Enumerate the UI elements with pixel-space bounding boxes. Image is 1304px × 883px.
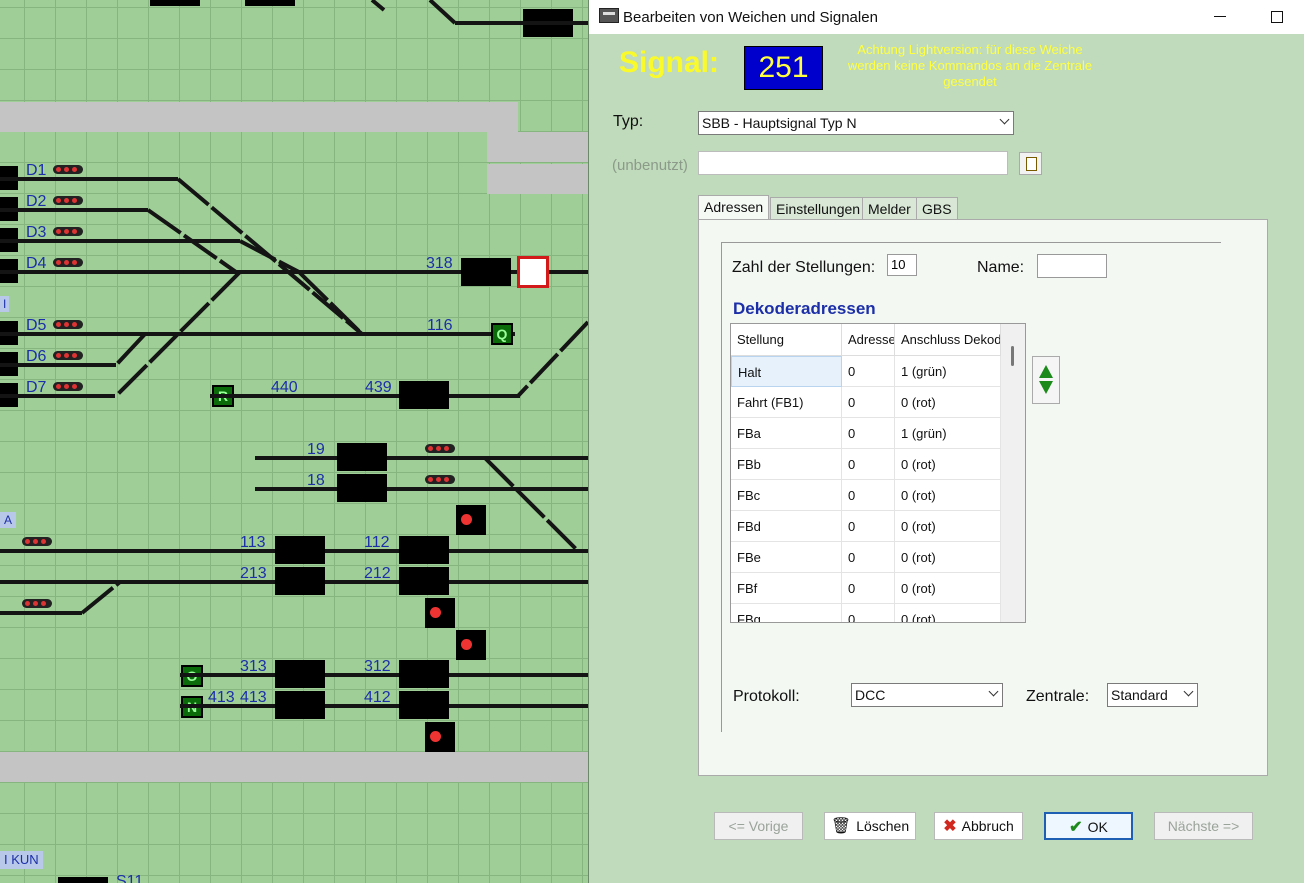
cell-anschluss[interactable]: 0 (rot) bbox=[895, 542, 1001, 573]
ok-label: OK bbox=[1087, 819, 1108, 835]
cell-anschluss[interactable]: 0 (rot) bbox=[895, 511, 1001, 542]
track-plan[interactable]: D1 D2 D3 D4 318 D5 116 Q D6 D7 R 440 439… bbox=[0, 0, 588, 883]
block[interactable] bbox=[58, 877, 108, 883]
unused-input[interactable] bbox=[698, 151, 1008, 175]
unused-label: (unbenutzt) bbox=[612, 157, 688, 174]
cell-anschluss[interactable]: 0 (rot) bbox=[895, 573, 1001, 604]
decoder-table[interactable]: Stellung Adresse Anschluss Dekoder Halt … bbox=[730, 323, 1026, 623]
cell-anschluss[interactable]: 0 (rot) bbox=[895, 387, 1001, 418]
move-row-button[interactable] bbox=[1032, 356, 1060, 404]
delete-button[interactable]: 🗑 Löschen bbox=[824, 812, 916, 840]
arrow-up-icon bbox=[1039, 365, 1053, 378]
column-header-adresse[interactable]: Adresse bbox=[842, 324, 895, 356]
table-row[interactable]: Fahrt (FB1) 0 0 (rot) bbox=[731, 387, 1001, 418]
cell-stellung[interactable]: FBd bbox=[731, 511, 842, 542]
cancel-label: Abbruch bbox=[961, 818, 1014, 834]
previous-button[interactable]: <= Vorige bbox=[714, 812, 803, 840]
diagonal-tracks bbox=[80, 0, 588, 615]
next-button[interactable]: Nächste => bbox=[1154, 812, 1253, 840]
table-row[interactable]: Halt 0 1 (grün) bbox=[731, 356, 1001, 387]
typ-select[interactable]: SBB - Hauptsignal Typ N bbox=[698, 111, 1014, 135]
tab-einstellungen[interactable]: Einstellungen bbox=[770, 197, 867, 220]
signal-label: Signal: bbox=[619, 46, 720, 79]
window-title: Bearbeiten von Weichen und Signalen bbox=[623, 9, 878, 26]
cell-stellung[interactable]: Fahrt (FB1) bbox=[731, 387, 842, 418]
cell-stellung[interactable]: FBe bbox=[731, 542, 842, 573]
protokoll-value: DCC bbox=[855, 687, 886, 703]
positions-label: Zahl der Stellungen: bbox=[732, 259, 876, 276]
cell-stellung[interactable]: FBf bbox=[731, 573, 842, 604]
chevron-down-icon bbox=[999, 114, 1010, 125]
zentrale-select[interactable]: Standard bbox=[1107, 683, 1198, 707]
previous-label: <= Vorige bbox=[728, 818, 789, 834]
cell-adresse[interactable]: 0 bbox=[842, 511, 895, 542]
typ-label: Typ: bbox=[613, 113, 644, 130]
next-label: Nächste => bbox=[1167, 818, 1240, 834]
table-scrollbar[interactable] bbox=[1001, 324, 1025, 622]
cell-adresse[interactable]: 0 bbox=[842, 356, 895, 387]
cell-adresse[interactable]: 0 bbox=[842, 573, 895, 604]
decoder-addresses-heading: Dekoderadressen bbox=[733, 299, 876, 318]
cell-adresse[interactable]: 0 bbox=[842, 480, 895, 511]
tab-gbs[interactable]: GBS bbox=[916, 197, 958, 220]
cell-anschluss[interactable]: 0 (rot) bbox=[895, 604, 1001, 622]
edit-dialog: Bearbeiten von Weichen und Signalen Sign… bbox=[588, 0, 1304, 883]
cell-adresse[interactable]: 0 bbox=[842, 387, 895, 418]
table-row[interactable]: FBe 0 0 (rot) bbox=[731, 542, 1001, 573]
tab-melder[interactable]: Melder bbox=[862, 197, 917, 220]
cell-stellung[interactable]: FBc bbox=[731, 480, 842, 511]
typ-value: SBB - Hauptsignal Typ N bbox=[702, 115, 857, 131]
table-row[interactable]: FBf 0 0 (rot) bbox=[731, 573, 1001, 604]
cell-adresse[interactable]: 0 bbox=[842, 542, 895, 573]
name-label: Name: bbox=[977, 259, 1025, 276]
scrollbar-thumb[interactable] bbox=[1011, 346, 1014, 366]
signal-number: 251 bbox=[744, 46, 823, 90]
cell-anschluss[interactable]: 1 (grün) bbox=[895, 356, 1001, 387]
station-label: I KUN bbox=[0, 851, 43, 869]
chevron-down-icon bbox=[1183, 686, 1194, 697]
cell-stellung[interactable]: FBa bbox=[731, 418, 842, 449]
cell-stellung[interactable]: FBg bbox=[731, 604, 842, 622]
table-row[interactable]: FBc 0 0 (rot) bbox=[731, 480, 1001, 511]
document-icon-button[interactable] bbox=[1019, 152, 1042, 175]
table-row[interactable]: FBd 0 0 (rot) bbox=[731, 511, 1001, 542]
minimize-button[interactable] bbox=[1203, 5, 1237, 29]
protokoll-label: Protokoll: bbox=[733, 688, 800, 705]
cell-adresse[interactable]: 0 bbox=[842, 418, 895, 449]
close-icon: ✖ bbox=[943, 818, 957, 836]
title-bar[interactable]: Bearbeiten von Weichen und Signalen bbox=[589, 0, 1304, 34]
cell-stellung[interactable]: Halt bbox=[731, 356, 842, 387]
protokoll-select[interactable]: DCC bbox=[851, 683, 1003, 707]
cell-stellung[interactable]: FBb bbox=[731, 449, 842, 480]
cancel-button[interactable]: ✖ Abbruch bbox=[934, 812, 1023, 840]
cell-anschluss[interactable]: 0 (rot) bbox=[895, 449, 1001, 480]
cell-anschluss[interactable]: 1 (grün) bbox=[895, 418, 1001, 449]
table-row[interactable]: FBb 0 0 (rot) bbox=[731, 449, 1001, 480]
tab-adressen[interactable]: Adressen bbox=[698, 195, 770, 221]
cell-anschluss[interactable]: 0 (rot) bbox=[895, 480, 1001, 511]
lightversion-warning: Achtung Lightversion: für diese Weiche w… bbox=[847, 42, 1093, 89]
positions-input[interactable]: 10 bbox=[887, 254, 917, 276]
delete-label: Löschen bbox=[856, 818, 910, 834]
edge-label: I bbox=[0, 296, 10, 312]
column-header-stellung[interactable]: Stellung bbox=[731, 324, 842, 356]
checkmark-icon: ✔ bbox=[1069, 819, 1083, 837]
maximize-button[interactable] bbox=[1261, 5, 1295, 29]
block-number: S11 bbox=[116, 873, 144, 883]
trash-icon: 🗑 bbox=[830, 818, 852, 836]
zentrale-label: Zentrale: bbox=[1026, 688, 1090, 705]
cell-adresse[interactable]: 0 bbox=[842, 449, 895, 480]
app-icon bbox=[599, 8, 619, 23]
zentrale-value: Standard bbox=[1111, 687, 1168, 703]
ok-button[interactable]: ✔ OK bbox=[1044, 812, 1133, 840]
table-row[interactable]: FBa 0 1 (grün) bbox=[731, 418, 1001, 449]
name-input[interactable] bbox=[1037, 254, 1107, 278]
table-row[interactable]: FBg 0 0 (rot) bbox=[731, 604, 1001, 622]
column-header-anschluss[interactable]: Anschluss Dekoder bbox=[895, 324, 1001, 356]
chevron-down-icon bbox=[988, 686, 999, 697]
arrow-down-icon bbox=[1039, 381, 1053, 394]
cell-adresse[interactable]: 0 bbox=[842, 604, 895, 622]
